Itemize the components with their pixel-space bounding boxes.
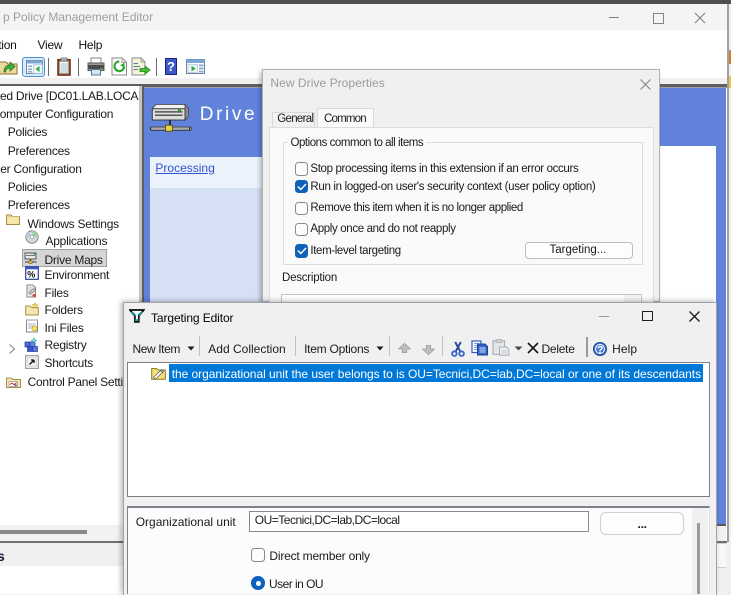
svg-text:%: % bbox=[27, 270, 35, 280]
